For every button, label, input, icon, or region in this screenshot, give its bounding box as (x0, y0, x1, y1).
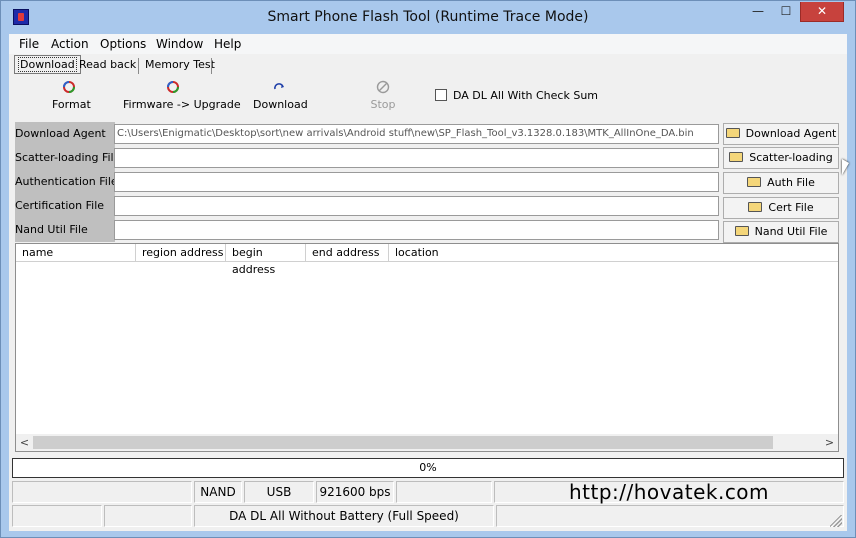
tab-separator (211, 58, 212, 74)
nand-field[interactable] (114, 220, 719, 240)
main-window: Smart Phone Flash Tool (Runtime Trace Mo… (0, 0, 856, 538)
auth-field[interactable] (114, 172, 719, 192)
progress-bar: 0% (12, 458, 844, 478)
menu-file[interactable]: File (19, 37, 39, 51)
scatter-button-label: Scatter-loading (749, 151, 833, 164)
download-button[interactable]: Download (253, 80, 308, 111)
tab-memory-test[interactable]: Memory Test (141, 57, 219, 72)
tab-download-label: Download (18, 57, 77, 72)
firmware-upgrade-button[interactable]: Firmware -> Upgrade (123, 80, 241, 111)
tab-separator (138, 58, 139, 74)
title-bar[interactable]: Smart Phone Flash Tool (Runtime Trace Mo… (1, 1, 855, 35)
cert-file-button[interactable]: Cert File (723, 197, 839, 219)
stop-label: Stop (370, 98, 396, 111)
download-mode: DA DL All Without Battery (Full Speed) (194, 505, 494, 527)
nand-label: Nand Util File (15, 218, 115, 242)
window-title: Smart Phone Flash Tool (Runtime Trace Mo… (267, 9, 589, 25)
status-cell-empty (12, 505, 102, 527)
scatter-loading-button[interactable]: Scatter-loading (723, 147, 839, 169)
status-bar-bottom: DA DL All Without Battery (Full Speed) (12, 505, 844, 529)
cert-field[interactable] (114, 196, 719, 216)
download-agent-field[interactable]: C:\Users\Enigmatic\Desktop\sort\new arri… (114, 124, 719, 144)
close-button[interactable]: ✕ (800, 2, 844, 22)
column-header-begin-address[interactable]: begin address (226, 244, 306, 276)
format-icon (63, 81, 75, 93)
tab-download[interactable]: Download (14, 55, 81, 74)
scroll-left-icon[interactable]: < (16, 434, 33, 451)
folder-icon (748, 202, 763, 212)
nand-row: Nand Util File Nand Util File (9, 218, 847, 243)
menu-help[interactable]: Help (214, 37, 241, 51)
mouse-cursor-icon (842, 159, 849, 175)
column-header-end-address[interactable]: end address (306, 244, 389, 261)
firmware-upgrade-label: Firmware -> Upgrade (123, 98, 241, 111)
maximize-button[interactable]: ☐ (772, 2, 800, 22)
download-agent-row: Download Agent C:\Users\Enigmatic\Deskto… (9, 122, 847, 146)
auth-button-label: Auth File (767, 176, 815, 189)
auth-label: Authentication File (15, 170, 118, 194)
folder-icon (734, 226, 749, 236)
storage-type: NAND (194, 481, 242, 503)
download-arrow-icon (274, 83, 284, 90)
column-header-region-address[interactable]: region address (136, 244, 226, 261)
firmware-upgrade-icon (167, 81, 179, 93)
scatter-row: Scatter-loading File Scatter-loading (9, 146, 847, 170)
download-label: Download (253, 98, 308, 111)
watermark-url: http://hovatek.com (494, 481, 844, 503)
tab-read-back[interactable]: Read back (75, 57, 140, 72)
folder-icon (747, 177, 762, 187)
format-button[interactable]: Format (52, 80, 91, 111)
menu-window[interactable]: Window (156, 37, 203, 51)
resize-grip-icon[interactable] (830, 515, 842, 527)
stop-icon (376, 80, 390, 94)
column-header-location[interactable]: location (389, 244, 838, 261)
status-cell-empty (104, 505, 192, 527)
nand-util-button[interactable]: Nand Util File (723, 221, 839, 243)
status-bar-top: NAND USB 921600 bps http://hovatek.com (12, 481, 844, 505)
download-agent-button-label: Download Agent (745, 127, 837, 140)
scroll-right-icon[interactable]: > (821, 434, 838, 451)
connection-port: USB (244, 481, 314, 503)
status-cell-empty (396, 481, 492, 503)
download-agent-button[interactable]: Download Agent (723, 123, 839, 145)
format-label: Format (52, 98, 91, 111)
stop-button[interactable]: Stop (370, 80, 396, 111)
checksum-checkbox[interactable]: DA DL All With Check Sum (435, 89, 598, 102)
checksum-label: DA DL All With Check Sum (453, 89, 599, 102)
cert-label: Certification File (15, 194, 115, 218)
menu-bar: File Action Options Window Help (9, 34, 847, 54)
client-area: File Action Options Window Help Download… (9, 34, 847, 531)
cert-button-label: Cert File (768, 201, 814, 214)
auth-row: Authentication File Auth File (9, 170, 847, 194)
scatter-label: Scatter-loading File (15, 146, 120, 170)
checkbox-box[interactable] (435, 89, 447, 101)
cert-row: Certification File Cert File (9, 194, 847, 219)
scrollbar-thumb[interactable] (33, 436, 773, 449)
menu-action[interactable]: Action (51, 37, 89, 51)
partition-table[interactable]: name region address begin address end ad… (15, 243, 839, 452)
status-cell-empty (496, 505, 844, 527)
menu-options[interactable]: Options (100, 37, 146, 51)
folder-icon (725, 128, 740, 138)
minimize-button[interactable]: — (744, 2, 772, 22)
scatter-field[interactable] (114, 148, 719, 168)
folder-icon (729, 152, 744, 162)
progress-text: 0% (419, 461, 437, 474)
horizontal-scrollbar[interactable]: < > (16, 434, 838, 451)
baud-rate: 921600 bps (316, 481, 394, 503)
auth-file-button[interactable]: Auth File (723, 172, 839, 194)
status-cell-empty (12, 481, 192, 503)
tab-strip: Download Read back Memory Test (9, 54, 847, 76)
download-agent-label: Download Agent (15, 122, 115, 146)
column-header-name[interactable]: name (16, 244, 136, 261)
nand-button-label: Nand Util File (754, 225, 828, 238)
toolbar: Format Firmware -> Upgrade Download Stop… (9, 76, 847, 118)
table-header: name region address begin address end ad… (16, 244, 838, 276)
